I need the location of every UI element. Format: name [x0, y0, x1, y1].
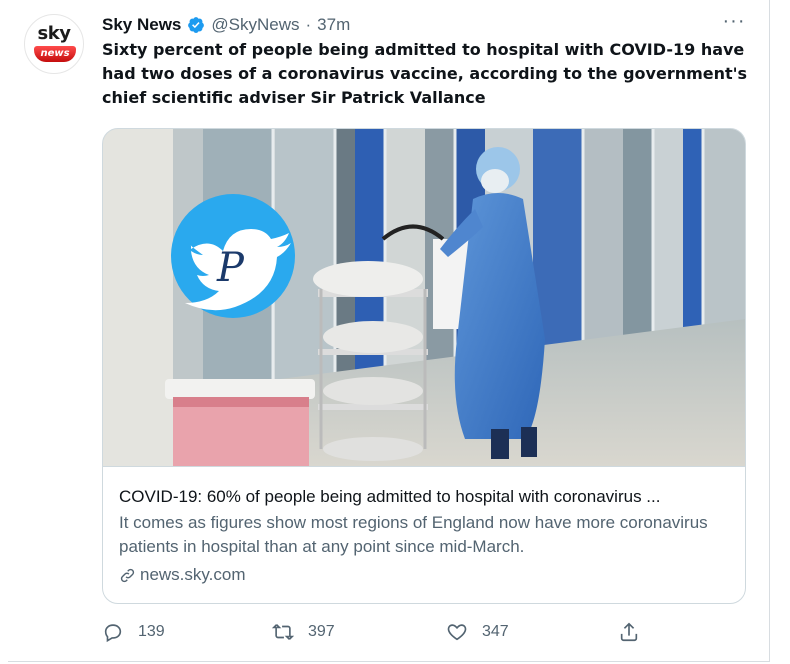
tweet-header: Sky News @SkyNews · 37m	[102, 14, 350, 36]
heart-icon	[447, 624, 467, 641]
hospital-ward-image: P	[103, 129, 745, 466]
author-handle[interactable]: @SkyNews	[211, 15, 299, 35]
card-domain-text: news.sky.com	[140, 565, 246, 584]
avatar[interactable]: sky news	[24, 14, 84, 74]
reply-icon	[104, 624, 122, 643]
retweet-count: 397	[308, 623, 335, 640]
reply-button[interactable]: 139	[102, 620, 165, 644]
share-button[interactable]	[618, 620, 640, 644]
card-title: COVID-19: 60% of people being admitted t…	[119, 487, 661, 506]
card-domain: news.sky.com	[119, 563, 729, 587]
like-count: 347	[482, 623, 509, 640]
card-meta[interactable]: COVID-19: 60% of people being admitted t…	[103, 466, 745, 603]
share-icon	[620, 622, 638, 642]
card-image[interactable]: P	[103, 129, 745, 466]
avatar-logo-text: sky	[37, 23, 71, 44]
avatar-news-badge: news	[34, 46, 76, 62]
header-separator: ·	[305, 15, 312, 34]
verified-badge-icon	[188, 17, 205, 33]
retweet-icon	[272, 624, 294, 640]
tweet-timestamp[interactable]: 37m	[317, 15, 350, 35]
more-options-icon[interactable]: ···	[722, 11, 746, 32]
retweet-button[interactable]: 397	[272, 620, 335, 644]
tweet-text: Sixty percent of people being admitted t…	[102, 40, 748, 107]
link-icon	[120, 568, 135, 582]
author-name[interactable]: Sky News	[102, 15, 181, 35]
card-description: It comes as figures show most regions of…	[119, 513, 708, 556]
tweet-actions: 139 397 347	[102, 620, 650, 644]
link-card[interactable]: P COVID-19: 60% of people being admitted…	[102, 128, 746, 604]
like-button[interactable]: 347	[446, 620, 509, 644]
watermark-letter: P	[216, 245, 245, 291]
reply-count: 139	[138, 623, 165, 640]
